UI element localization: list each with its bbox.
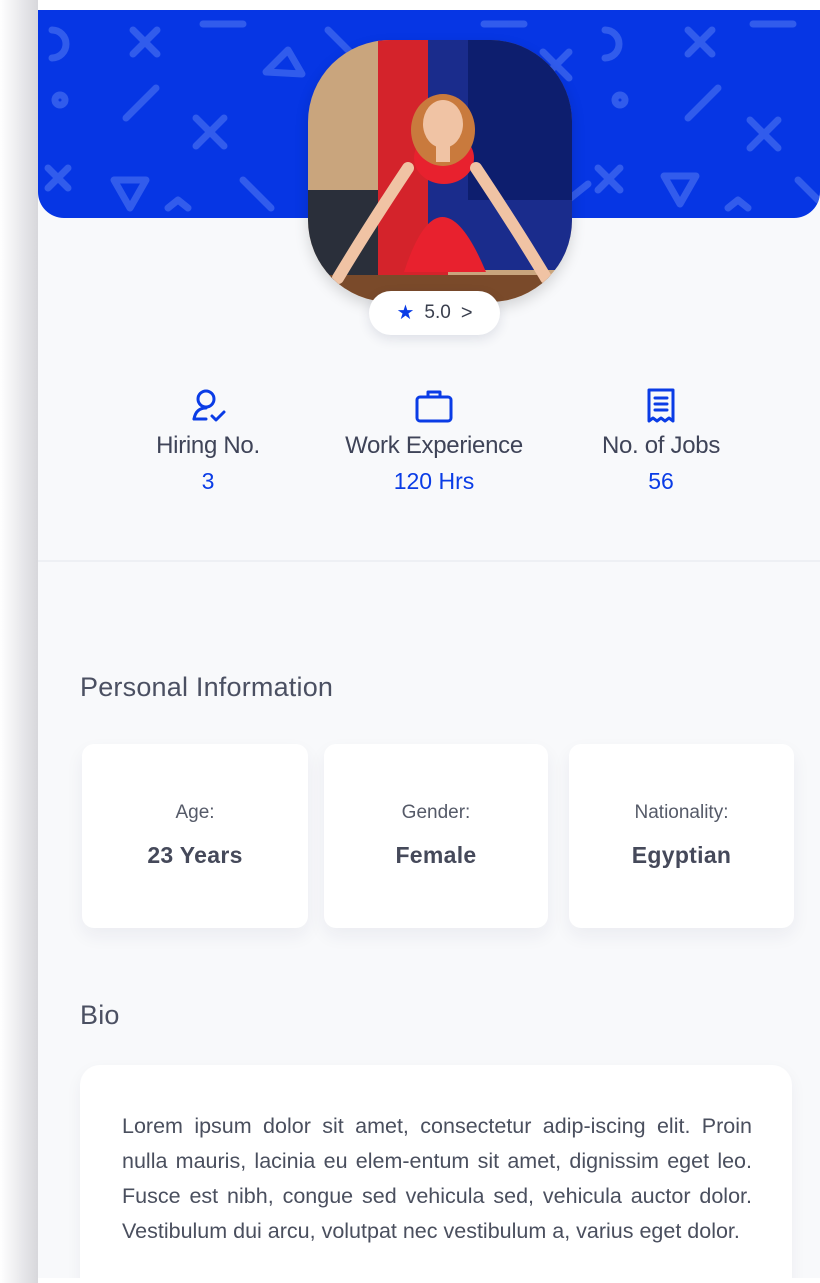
info-value: Female <box>395 842 477 868</box>
stat-value: 3 <box>201 468 215 494</box>
stat-label: Work Experience <box>345 432 523 459</box>
info-card-nationality: Nationality: Egyptian <box>569 744 794 928</box>
stat-value: 56 <box>648 468 674 494</box>
info-key: Nationality: <box>634 802 729 823</box>
section-divider <box>38 560 820 562</box>
stat-work-experience: Work Experience 120 Hrs <box>314 386 554 495</box>
user-check-icon <box>88 386 328 426</box>
info-key: Age: <box>175 802 215 823</box>
stat-label: No. of Jobs <box>601 432 721 459</box>
stat-value: 120 Hrs <box>393 468 475 494</box>
briefcase-icon <box>314 386 554 426</box>
avatar-photo <box>308 40 572 302</box>
personal-information-title: Personal Information <box>80 672 334 702</box>
stat-hiring: Hiring No. 3 <box>88 386 328 495</box>
info-value: 23 Years <box>147 842 243 868</box>
info-key: Gender: <box>401 802 471 823</box>
stats-row: Hiring No. 3 Work Experience 120 Hrs No.… <box>38 386 820 506</box>
star-icon: ★ <box>396 302 415 324</box>
bio-card: Lorem ipsum dolor sit amet, consectetur … <box>80 1065 792 1278</box>
bio-title: Bio <box>80 1000 120 1030</box>
device-frame-shadow <box>0 0 38 1283</box>
info-card-gender: Gender: Female <box>324 744 548 928</box>
chevron-right-icon: > <box>460 301 473 324</box>
info-card-age: Age: 23 Years <box>82 744 308 928</box>
stat-label: Hiring No. <box>156 432 260 459</box>
profile-avatar[interactable] <box>308 40 572 302</box>
rating-badge[interactable]: ★ 5.0 > <box>369 291 500 335</box>
stat-jobs: No. of Jobs 56 <box>541 386 781 495</box>
profile-screen: ★ 5.0 > Hiring No. 3 Work Experience 120… <box>38 10 820 1278</box>
info-value: Egyptian <box>631 842 732 868</box>
bio-text: Lorem ipsum dolor sit amet, consectetur … <box>122 1114 752 1243</box>
receipt-icon <box>541 386 781 426</box>
rating-value: 5.0 <box>424 302 451 323</box>
